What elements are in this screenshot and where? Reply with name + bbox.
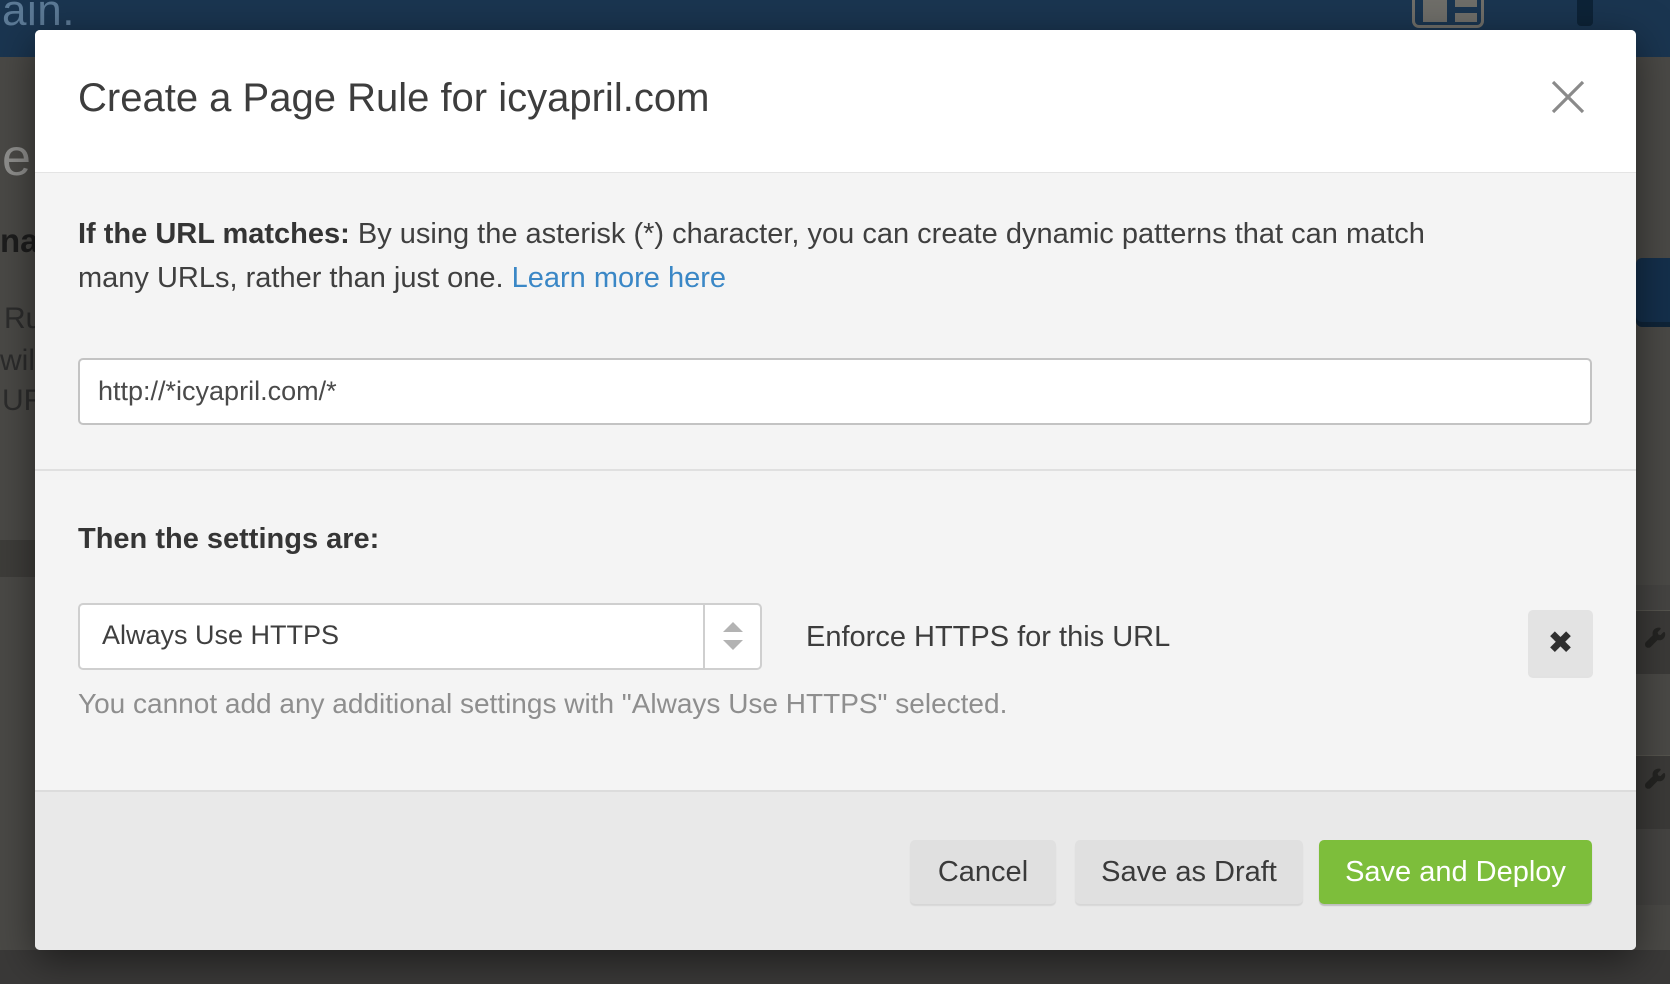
remove-setting-button[interactable]: ✖ (1528, 610, 1593, 676)
chevron-up-icon (723, 622, 743, 632)
screen: ain. e nav Ru will UR Create a Page Rule… (0, 0, 1670, 984)
background-clipped-blue-button (1636, 258, 1670, 322)
url-match-description: If the URL matches: By using the asteris… (78, 212, 1498, 300)
page-rule-modal: Create a Page Rule for icyapril.com If t… (35, 30, 1636, 950)
close-icon[interactable] (1545, 74, 1591, 120)
chevron-down-icon (723, 640, 743, 650)
background-text-fragment: e (2, 128, 31, 188)
modal-title: Create a Page Rule for icyapril.com (78, 77, 709, 119)
setting-note: You cannot add any additional settings w… (78, 688, 1007, 720)
setting-select[interactable]: Always Use HTTPS (78, 603, 762, 670)
layout-icon-bar (1455, 13, 1477, 22)
url-match-label: If the URL matches: (78, 218, 350, 250)
setting-select-value: Always Use HTTPS (102, 620, 339, 651)
setting-description: Enforce HTTPS for this URL (806, 621, 1170, 654)
layout-cards-icon (1412, 0, 1484, 28)
learn-more-link[interactable]: Learn more here (512, 262, 726, 294)
background-clipped-element (1577, 0, 1593, 26)
background-band (0, 540, 35, 577)
settings-heading: Then the settings are: (78, 523, 379, 556)
background-band (1636, 585, 1670, 610)
background-table-row (1636, 755, 1670, 829)
wrench-icon (1641, 768, 1667, 794)
save-and-deploy-button[interactable]: Save and Deploy (1319, 840, 1592, 904)
modal-footer: Cancel Save as Draft Save and Deploy (35, 790, 1636, 950)
cancel-button[interactable]: Cancel (910, 840, 1056, 904)
modal-header: Create a Page Rule for icyapril.com (35, 30, 1636, 173)
background-table-row (1636, 610, 1670, 674)
background-band (0, 950, 1670, 984)
section-divider (35, 469, 1636, 471)
background-band (1636, 829, 1670, 905)
select-arrows-icon (703, 605, 760, 668)
layout-icon-block (1423, 0, 1447, 22)
layout-icon-bar (1455, 0, 1477, 7)
save-as-draft-button[interactable]: Save as Draft (1075, 840, 1303, 904)
wrench-icon (1641, 627, 1667, 653)
url-pattern-input[interactable] (78, 358, 1592, 425)
